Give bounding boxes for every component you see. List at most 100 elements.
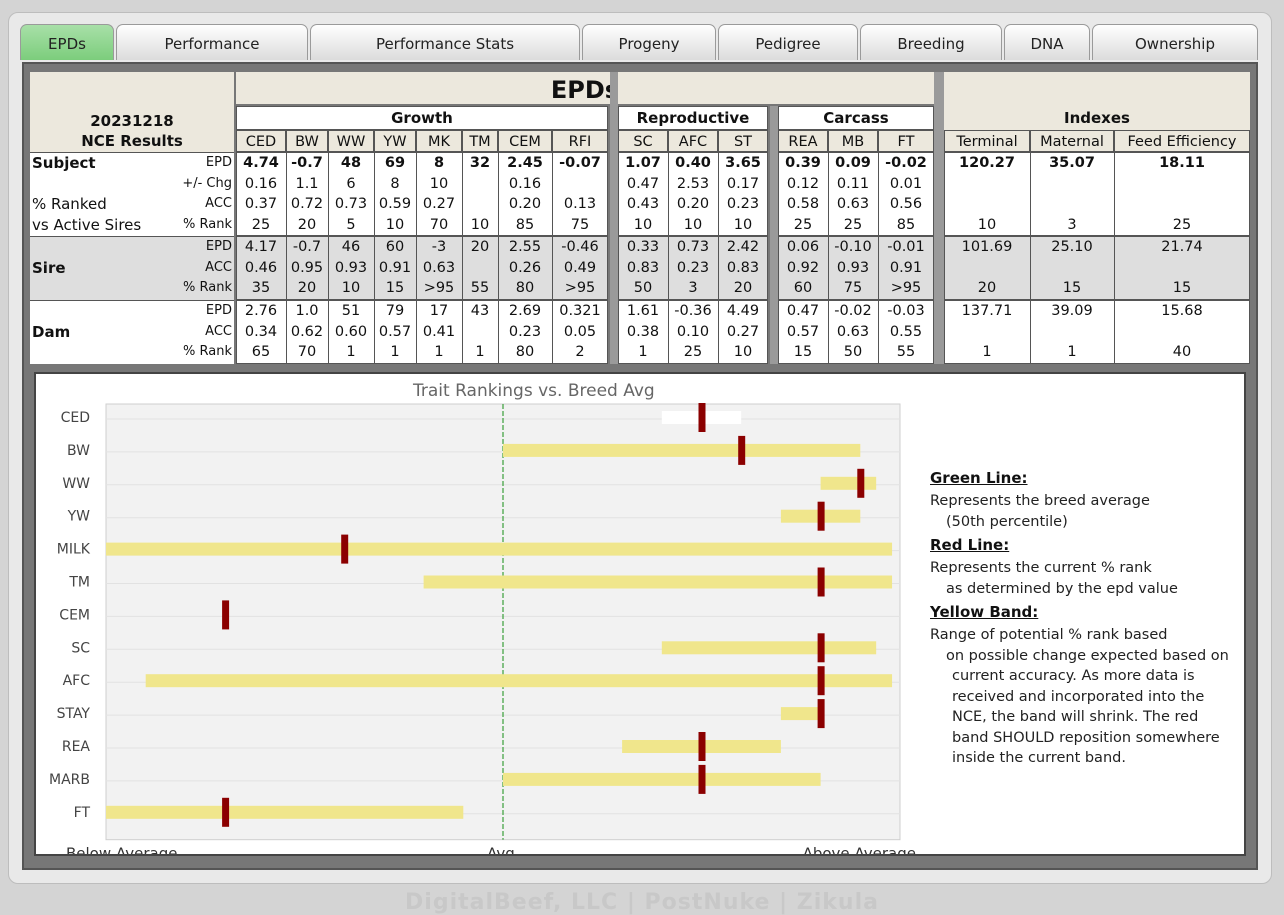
- value-yw: 8: [390, 175, 400, 192]
- tab-breeding[interactable]: Breeding: [860, 24, 1002, 60]
- value-ft: -0.03: [887, 303, 925, 319]
- trait-label-ww: WW: [62, 476, 90, 492]
- legend-line: NCE, the band will shrink. The red: [952, 709, 1199, 725]
- col-header-cem: CEM: [498, 130, 552, 152]
- value-mb: 75: [843, 280, 863, 296]
- value-ft: 0.55: [889, 323, 923, 340]
- rank-marker-cem: [222, 600, 230, 630]
- value-yw: 1: [390, 344, 400, 360]
- value-afc: 0.73: [676, 239, 710, 255]
- value-yw: 10: [385, 216, 405, 233]
- x-label-avg: Avg: [487, 845, 515, 854]
- col-header-ft: FT: [878, 130, 934, 152]
- value-cem: 85: [515, 216, 535, 233]
- value-mb: -0.10: [834, 239, 872, 255]
- accuracy-band-afc: [145, 674, 893, 688]
- tab-ownership[interactable]: Ownership: [1092, 24, 1258, 60]
- x-label-above-average: Above Average: [803, 845, 916, 854]
- index-maternal: 39.09: [1051, 303, 1093, 319]
- col-header-feed-efficiency: Feed Efficiency: [1114, 130, 1250, 152]
- tab-epds[interactable]: EPDs: [20, 24, 114, 60]
- legend-line: Range of potential % rank based: [930, 627, 1168, 643]
- value-mb: 50: [843, 344, 863, 360]
- accuracy-band-marb: [503, 772, 821, 786]
- value-mk: 0.41: [422, 323, 456, 340]
- value-rfi: 2: [575, 344, 585, 360]
- value-mk: >95: [423, 280, 455, 296]
- value-afc: 10: [683, 216, 703, 233]
- trait-label-tm: TM: [68, 575, 90, 591]
- accuracy-band-ww: [820, 476, 877, 490]
- rank-marker-afc: [817, 666, 825, 696]
- rank-marker-sc: [817, 633, 825, 663]
- trait-label-marb: MARB: [49, 772, 90, 788]
- col-header-rfi: RFI: [552, 130, 608, 152]
- tab-dna[interactable]: DNA: [1004, 24, 1090, 60]
- index-feed-efficiency: 18.11: [1159, 155, 1205, 171]
- legend-green-title: Green Line:: [930, 469, 1028, 487]
- value-cem: 2.45: [507, 155, 543, 171]
- value-ft: >95: [890, 280, 922, 296]
- accuracy-band-ft: [106, 805, 464, 819]
- value-ww: 0.73: [334, 196, 368, 212]
- value-yw: 15: [385, 280, 405, 296]
- rank-marker-marb: [698, 764, 706, 794]
- tab-pedigree[interactable]: Pedigree: [718, 24, 858, 60]
- value-sc: 0.47: [626, 175, 660, 192]
- value-mk: -3: [431, 239, 447, 255]
- value-mk: 70: [429, 216, 449, 233]
- row-type-epd: EPD: [205, 239, 232, 254]
- chart-title: Trait Rankings vs. Breed Avg: [412, 381, 655, 401]
- value-rea: 0.39: [785, 155, 821, 171]
- value-rea: 0.57: [786, 323, 820, 340]
- index-feed-efficiency: 25: [1172, 216, 1192, 233]
- value-bw: 20: [297, 280, 317, 296]
- value-mk: 8: [433, 155, 445, 171]
- app-frame: EPDs Performance Performance Stats Progeny P…: [0, 0, 1284, 915]
- value-mk: 10: [429, 175, 449, 192]
- carcass-group-label: Carcass: [823, 109, 889, 127]
- value-mb: 25: [843, 216, 863, 233]
- value-ww: 0.60: [334, 323, 368, 340]
- trait-label-yw: YW: [67, 509, 91, 525]
- index-maternal: 35.07: [1049, 155, 1095, 171]
- value-ced: 35: [251, 280, 271, 296]
- value-rea: 0.47: [786, 303, 820, 319]
- col-header-afc: AFC: [668, 130, 718, 152]
- col-header-yw: YW: [374, 130, 416, 152]
- value-ww: 6: [346, 175, 356, 192]
- value-afc: -0.36: [674, 303, 712, 319]
- row-type-acc: ACC: [205, 323, 232, 339]
- tab-progeny[interactable]: Progeny: [582, 24, 716, 60]
- value-rfi: -0.07: [559, 155, 601, 171]
- x-label-below-average: Below Average: [66, 845, 178, 854]
- row-type-acc: ACC: [205, 196, 232, 211]
- accuracy-band-stay: [780, 707, 821, 721]
- value-mb: 0.11: [836, 175, 870, 192]
- tab-performance-stats[interactable]: Performance Stats: [310, 24, 580, 60]
- tab-performance[interactable]: Performance: [116, 24, 308, 60]
- index-maternal: 15: [1062, 280, 1082, 296]
- value-mb: 0.63: [836, 323, 870, 340]
- report-date: 20231218: [90, 112, 174, 130]
- value-sc: 10: [633, 216, 653, 233]
- rank-marker-ced: [698, 403, 706, 432]
- legend-line: Represents the breed average: [930, 493, 1150, 509]
- rank-marker-ww: [857, 468, 865, 498]
- value-cem: 0.26: [508, 259, 542, 276]
- value-mk: 17: [429, 303, 449, 319]
- value-yw: 0.59: [378, 196, 412, 212]
- row-type-rank: % Rank: [183, 216, 232, 232]
- value-ced: 0.46: [244, 259, 278, 276]
- value-mb: -0.02: [834, 303, 872, 319]
- value-cem: 0.16: [508, 175, 542, 192]
- col-header-mk: MK: [416, 130, 462, 152]
- value-tm: 1: [475, 344, 485, 360]
- reproductive-group-label: Reproductive: [636, 109, 750, 127]
- col-header-terminal: Terminal: [944, 130, 1030, 152]
- index-terminal: 1: [982, 344, 992, 360]
- index-terminal: 120.27: [959, 155, 1015, 171]
- index-feed-efficiency: 21.74: [1161, 239, 1203, 255]
- trait-label-afc: AFC: [63, 673, 91, 689]
- trait-label-cem: CEM: [59, 607, 90, 623]
